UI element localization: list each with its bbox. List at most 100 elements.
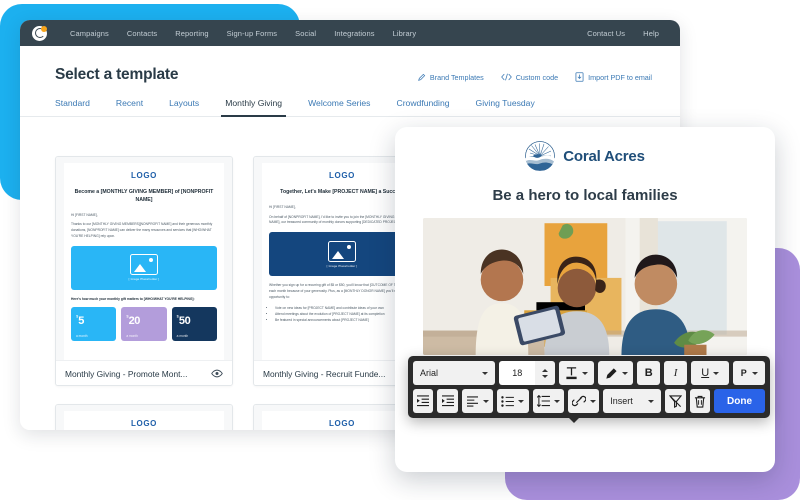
tab-monthly-giving[interactable]: Monthly Giving (212, 98, 295, 117)
nav-item-contact-us[interactable]: Contact Us (578, 29, 634, 38)
link-icon (571, 395, 586, 407)
list-item: Be featured in special announcements abo… (275, 318, 415, 324)
chevron-down-icon[interactable] (542, 374, 549, 378)
nav-item-help[interactable]: Help (634, 29, 668, 38)
chevron-down-icon (751, 371, 758, 375)
chevron-down-icon (482, 371, 489, 375)
font-size-value[interactable]: 18 (499, 361, 536, 385)
email-image-placeholder: [ Image Placeholder ] (269, 232, 415, 277)
tab-giving-tuesday[interactable]: Giving Tuesday (463, 98, 548, 116)
brand-templates-label: Brand Templates (429, 72, 484, 82)
template-preview: LOGO Thank You for Being a Part of [PROJ… (56, 405, 232, 430)
tier-amount: 20 (128, 315, 141, 328)
donation-tier: $5 a month (71, 307, 117, 342)
chevron-down-icon (518, 399, 525, 403)
tab-crowdfunding[interactable]: Crowdfunding (383, 98, 462, 116)
tab-standard[interactable]: Standard (55, 98, 103, 116)
image-placeholder-label: [ Image Placeholder ] (326, 263, 358, 268)
template-card[interactable]: LOGO Thank You for Being a Part of [PROJ… (55, 404, 233, 430)
italic-button[interactable]: I (664, 361, 687, 385)
email-mock: LOGO Become a [MONTHLY GIVING MEMBER] of… (64, 163, 224, 360)
email-logo: LOGO (329, 419, 355, 428)
chevron-down-icon (648, 399, 655, 403)
align-button[interactable] (461, 389, 494, 413)
import-pdf-label: Import PDF to email (588, 72, 652, 82)
screenshot-stage: Campaigns Contacts Reporting Sign-up For… (0, 0, 800, 500)
insert-button[interactable]: Insert (603, 389, 662, 413)
image-placeholder-label: [ Image Placeholder ] (128, 277, 160, 282)
tab-welcome-series[interactable]: Welcome Series (295, 98, 383, 116)
template-preview: LOGO Become a [MONTHLY GIVING MEMBER] of… (56, 157, 232, 360)
editor-heading[interactable]: Be a hero to local families (395, 187, 775, 204)
highlighter-icon (604, 367, 618, 380)
page-title: Select a template (55, 66, 179, 83)
paragraph-style-button[interactable]: P (733, 361, 765, 385)
bulleted-list-icon (501, 395, 515, 407)
custom-code-label: Custom code (515, 72, 559, 82)
email-heading: Together, Let's Make [PROJECT NAME] a Su… (280, 189, 404, 195)
nav-item-library[interactable]: Library (384, 29, 426, 38)
trash-icon (694, 395, 706, 408)
mailchimp-logo-icon[interactable] (32, 25, 47, 41)
underline-button[interactable]: U (690, 361, 730, 385)
paragraph-label: P (740, 368, 747, 378)
tier-period: a month (126, 334, 138, 339)
nav-item-signup-forms[interactable]: Sign-up Forms (218, 29, 286, 38)
top-navbar: Campaigns Contacts Reporting Sign-up For… (20, 20, 680, 46)
nav-item-campaigns[interactable]: Campaigns (61, 29, 118, 38)
align-left-icon (466, 395, 479, 407)
nav-item-integrations[interactable]: Integrations (325, 29, 383, 38)
nav-item-social[interactable]: Social (286, 29, 325, 38)
editor-hero-image[interactable] (423, 218, 747, 355)
bold-button[interactable]: B (637, 361, 661, 385)
template-card-footer: Monthly Giving - Promote Mont... (56, 360, 232, 385)
font-family-select[interactable]: Arial (413, 361, 496, 385)
nav-item-reporting[interactable]: Reporting (166, 29, 217, 38)
toolbar-pointer (568, 417, 580, 423)
pencil-icon (418, 73, 426, 81)
email-paragraph-2: Whether you sign up for a recurring gift… (269, 283, 414, 299)
eye-icon[interactable] (211, 365, 223, 383)
chevron-down-icon (582, 371, 589, 375)
email-logo: LOGO (329, 171, 355, 180)
donation-tier: $50 a month (171, 307, 217, 342)
template-name: Monthly Giving - Recruit Funde... (263, 368, 386, 379)
chevron-down-icon (482, 399, 489, 403)
text-format-toolbar: Arial 18 B I U P Insert Done (408, 356, 770, 423)
done-button[interactable]: Done (714, 389, 765, 413)
page-header: Select a template Brand Templates Custom… (20, 46, 680, 84)
insert-label: Insert (610, 396, 633, 406)
email-heading: Become a [MONTHLY GIVING MEMBER] of [NON… (74, 189, 214, 203)
clear-formatting-icon (668, 394, 682, 408)
font-family-value: Arial (420, 368, 439, 378)
custom-code-link[interactable]: Custom code (500, 72, 559, 82)
chevron-down-icon (713, 371, 720, 375)
tab-recent[interactable]: Recent (103, 98, 156, 116)
tier-amount: 50 (178, 315, 191, 328)
highlight-color-button[interactable] (598, 361, 634, 385)
font-size-arrows[interactable] (535, 361, 556, 385)
tier-amount: 5 (78, 315, 84, 328)
line-spacing-button[interactable] (532, 389, 564, 413)
text-color-button[interactable] (559, 361, 595, 385)
image-icon (130, 254, 158, 276)
outdent-button[interactable] (413, 389, 434, 413)
import-pdf-link[interactable]: Import PDF to email (575, 72, 652, 82)
indent-button[interactable] (437, 389, 458, 413)
template-card[interactable]: LOGO Become a [MONTHLY GIVING MEMBER] of… (55, 156, 233, 386)
delete-button[interactable] (689, 389, 710, 413)
email-greeting: Hi [FIRST NAME], (269, 204, 296, 209)
outdent-icon (416, 395, 430, 407)
editor-brand: Coral Acres (395, 127, 775, 171)
nav-item-contacts[interactable]: Contacts (118, 29, 166, 38)
font-size-stepper[interactable]: 18 (499, 361, 556, 385)
tab-layouts[interactable]: Layouts (156, 98, 212, 116)
chevron-up-icon[interactable] (542, 368, 549, 372)
email-logo: LOGO (131, 171, 157, 180)
link-button[interactable] (567, 389, 600, 413)
email-image-placeholder: [ Image Placeholder ] (71, 245, 217, 290)
brand-templates-link[interactable]: Brand Templates (418, 73, 484, 82)
clear-formatting-button[interactable] (665, 389, 686, 413)
toolbar-row-1: Arial 18 B I U P (413, 361, 765, 385)
list-button[interactable] (497, 389, 529, 413)
